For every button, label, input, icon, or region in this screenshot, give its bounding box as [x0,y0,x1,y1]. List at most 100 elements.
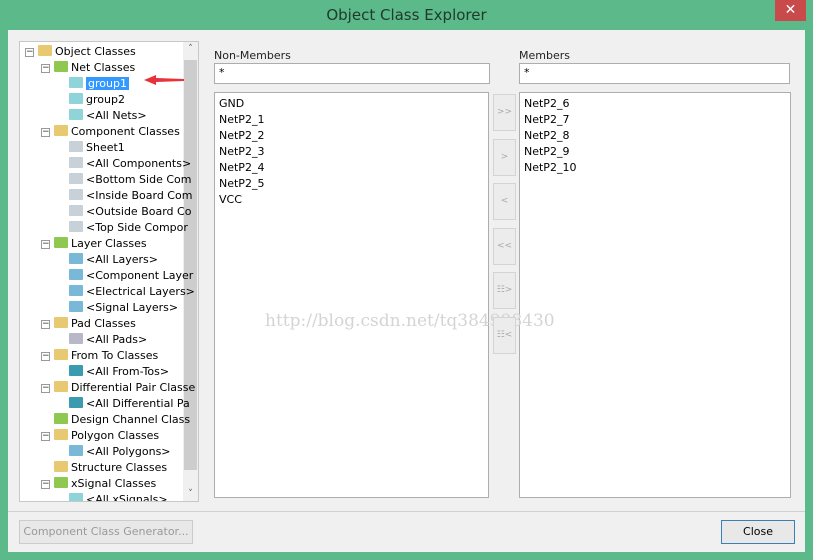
tree-item[interactable]: <All Components> [69,156,191,172]
tree-item[interactable]: Structure Classes [54,460,167,476]
tree-item[interactable]: Net Classes [54,60,135,76]
net-icon [69,109,83,120]
tree-item[interactable]: <All From-Tos> [69,364,169,380]
list-item[interactable]: NetP2_4 [219,160,484,176]
members-list[interactable]: NetP2_6 NetP2_7 NetP2_8 NetP2_9 NetP2_10 [519,92,791,498]
expander-icon[interactable]: − [25,48,34,57]
tree-item[interactable]: Layer Classes [54,236,147,252]
tree-item[interactable]: <All Pads> [69,332,147,348]
tree-item-label: Object Classes [55,45,136,58]
tree-item[interactable]: Pad Classes [54,316,136,332]
tree-item-label: Net Classes [71,61,136,74]
tree-item-label: Differential Pair Classe [71,381,196,394]
class-tree[interactable]: ˄ ˅ Object Classes Net Classes group1 group… [19,41,199,502]
expander-icon[interactable]: − [41,240,50,249]
tree-item[interactable]: xSignal Classes [54,476,156,492]
add-selected-button[interactable]: > [493,139,516,176]
list-item[interactable]: NetP2_8 [524,128,786,144]
expander-icon[interactable]: − [41,64,50,73]
tree-item[interactable]: <All xSignals> [69,492,168,501]
remove-selected-button[interactable]: < [493,183,516,220]
pad-icon [69,333,83,344]
expander-icon[interactable]: − [41,352,50,361]
tree-item[interactable]: <Electrical Layers> [69,284,195,300]
tree-item[interactable]: <Component Layer [69,268,193,284]
tree-item[interactable]: <Outside Board Co [69,204,191,220]
polygon-classes-folder-icon [54,429,68,440]
tree-item-label: <Component Layer [86,269,194,282]
tree-item-label: <All From-Tos> [86,365,170,378]
tree-item[interactable]: <Bottom Side Com [69,172,191,188]
tree-item[interactable]: <All Polygons> [69,444,171,460]
tree-item-label: <Electrical Layers> [86,285,195,298]
component-icon [69,173,83,184]
tree-item[interactable]: Component Classes [54,124,180,140]
tree-item[interactable]: Polygon Classes [54,428,159,444]
remove-filtered-button[interactable]: ☷< [493,317,516,354]
polygon-icon [69,445,83,456]
tree-item[interactable]: group1 [69,76,129,92]
tree-item[interactable]: <All Layers> [69,252,158,268]
scroll-up-icon[interactable]: ˄ [183,44,198,54]
list-item[interactable]: NetP2_10 [524,160,786,176]
tree-item[interactable]: group2 [69,92,125,108]
add-filtered-button[interactable]: ☷> [493,272,516,309]
tree-item-label: Polygon Classes [71,429,160,442]
tree-item[interactable]: <Top Side Compor [69,220,188,236]
list-item[interactable]: NetP2_7 [524,112,786,128]
tree-item[interactable]: <All Differential Pa [69,396,190,412]
add-all-button[interactable]: >> [493,94,516,131]
component-class-generator-button[interactable]: Component Class Generator... [19,520,193,544]
tree-item[interactable]: Design Channel Class [54,412,190,428]
window-close-button[interactable]: ✕ [775,0,806,21]
non-members-filter-input[interactable]: * [214,63,490,84]
remove-all-button[interactable]: << [493,228,516,265]
tree-item[interactable]: <Inside Board Com [69,188,192,204]
tree-item[interactable]: <Signal Layers> [69,300,178,316]
tree-item-label: Pad Classes [71,317,136,330]
diff-pair-classes-folder-icon [54,381,68,392]
tree-item-label: Layer Classes [71,237,147,250]
list-item[interactable]: NetP2_3 [219,144,484,160]
list-item[interactable]: VCC [219,192,484,208]
red-arrow-annotation-icon [144,75,184,85]
component-icon [69,205,83,216]
pad-classes-folder-icon [54,317,68,328]
tree-item[interactable]: Differential Pair Classe [54,380,195,396]
tree-item-label: Design Channel Class [71,413,191,426]
scroll-down-icon[interactable]: ˅ [183,489,198,499]
component-icon [69,157,83,168]
tree-item-label: <Outside Board Co [86,205,192,218]
expander-icon[interactable]: − [41,320,50,329]
tree-item[interactable]: Object Classes [38,44,136,60]
net-classes-folder-icon [54,61,68,72]
expander-icon[interactable]: − [41,432,50,441]
tree-item-label: <Inside Board Com [86,189,193,202]
tree-item[interactable]: From To Classes [54,348,158,364]
expander-icon[interactable]: − [41,128,50,137]
net-icon [69,77,83,88]
non-members-list[interactable]: GND NetP2_1 NetP2_2 NetP2_3 NetP2_4 NetP2_5 VC… [214,92,489,498]
list-item[interactable]: NetP2_5 [219,176,484,192]
list-item[interactable]: NetP2_2 [219,128,484,144]
tree-item[interactable]: Sheet1 [69,140,125,156]
close-button[interactable]: Close [721,520,795,544]
tree-item-label: <All Polygons> [86,445,171,458]
list-item[interactable]: GND [219,96,484,112]
members-filter-input[interactable]: * [519,63,790,84]
xsignal-classes-folder-icon [54,477,68,488]
component-icon [69,221,83,232]
object-classes-folder-icon [38,45,52,56]
tree-item[interactable]: <All Nets> [69,108,147,124]
tree-item-label: From To Classes [71,349,159,362]
layer-icon [69,301,83,312]
xsignal-icon [69,493,83,501]
list-item[interactable]: NetP2_1 [219,112,484,128]
tree-item-label: <Top Side Compor [86,221,188,234]
expander-icon[interactable]: − [41,384,50,393]
list-item[interactable]: NetP2_9 [524,144,786,160]
expander-icon[interactable]: − [41,480,50,489]
list-item[interactable]: NetP2_6 [524,96,786,112]
from-to-classes-folder-icon [54,349,68,360]
tree-item-label: Structure Classes [71,461,168,474]
